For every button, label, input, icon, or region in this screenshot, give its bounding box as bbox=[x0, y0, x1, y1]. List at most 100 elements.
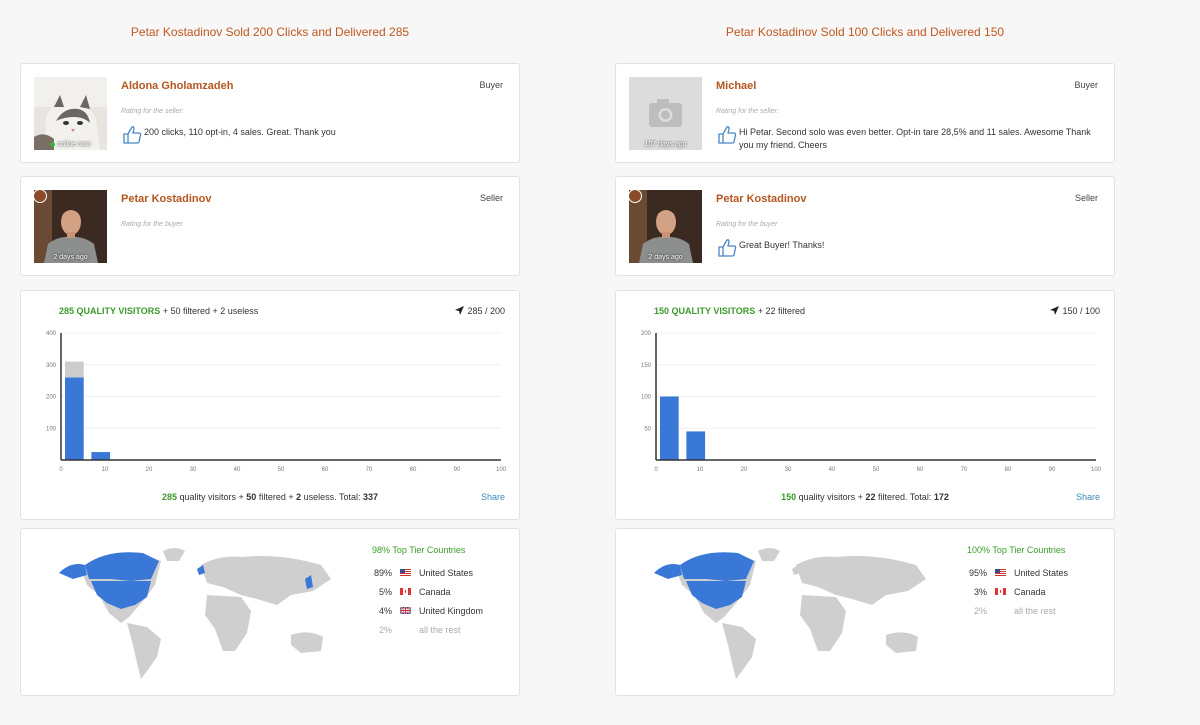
quality-count: 150 bbox=[781, 492, 797, 502]
country-name: United Kingdom bbox=[419, 606, 484, 616]
ca-flag-icon bbox=[995, 588, 1006, 595]
review-time: 2 days ago bbox=[648, 254, 683, 261]
x-tick-label: 40 bbox=[829, 467, 836, 473]
location-arrow-icon bbox=[1050, 306, 1060, 315]
avatar[interactable]: 2 days ago bbox=[629, 190, 702, 263]
x-tick-label: 10 bbox=[102, 467, 109, 473]
y-tick-label: 300 bbox=[46, 363, 57, 369]
x-tick-label: 50 bbox=[278, 467, 285, 473]
rating-label: Rating for the buyer bbox=[121, 221, 183, 228]
buyer-review-card: 107 days ago Michael Buyer Rating for th… bbox=[615, 63, 1115, 163]
thumbs-up-icon bbox=[718, 126, 737, 144]
delivery-ratio: 150 / 100 bbox=[1050, 306, 1100, 316]
country-percent: 2% bbox=[973, 606, 987, 616]
x-tick-label: 40 bbox=[234, 467, 241, 473]
seller-name[interactable]: Petar Kostadinov bbox=[121, 193, 211, 205]
filtered-text: + 50 filtered + 2 useless bbox=[160, 306, 259, 316]
country-name: United States bbox=[1014, 568, 1069, 578]
feedback-text: 200 clicks, 110 opt-in, 4 sales. Great. … bbox=[144, 127, 336, 137]
total-count: 172 bbox=[933, 492, 949, 502]
buyer-name[interactable]: Michael bbox=[716, 80, 756, 92]
country-percent: 3% bbox=[973, 587, 987, 597]
y-tick-label: 150 bbox=[641, 363, 652, 369]
geo-card: 100% Top Tier Countries 95% United States… bbox=[615, 528, 1115, 696]
filtered-text: filtered. Total: bbox=[875, 492, 934, 502]
country-percent: 89% bbox=[373, 568, 392, 578]
x-tick-label: 100 bbox=[1091, 467, 1102, 473]
quality-visitors-label: 150 QUALITY VISITORS bbox=[654, 306, 756, 316]
total-count: 337 bbox=[362, 492, 379, 502]
x-tick-label: 20 bbox=[146, 467, 153, 473]
country-row: 89% United States bbox=[372, 568, 522, 587]
filtered-text: + 22 filtered bbox=[755, 306, 805, 316]
delivery-ratio: 285 / 200 bbox=[455, 306, 505, 316]
traffic-stats-card: 285 QUALITY VISITORS + 50 filtered + 2 u… bbox=[20, 290, 520, 520]
review-time: 107 days ago bbox=[644, 141, 687, 148]
x-tick-label: 80 bbox=[1005, 467, 1012, 473]
share-link[interactable]: Share bbox=[1076, 492, 1100, 502]
y-tick-label: 400 bbox=[46, 331, 57, 337]
uk-flag-icon bbox=[400, 607, 411, 614]
buyer-review-card: online now Aldona Gholamzadeh Buyer Rati… bbox=[20, 63, 520, 163]
x-tick-label: 30 bbox=[190, 467, 197, 473]
stats-header: 150 QUALITY VISITORS + 22 filtered bbox=[654, 306, 805, 316]
role-label: Seller bbox=[479, 193, 503, 203]
buyer-name[interactable]: Aldona Gholamzadeh bbox=[121, 80, 233, 92]
traffic-stats-card: 150 QUALITY VISITORS + 22 filtered 150 /… bbox=[615, 290, 1115, 520]
quality-count: 285 bbox=[161, 492, 178, 502]
ratio-value: 285 / 200 bbox=[467, 306, 505, 316]
x-tick-label: 60 bbox=[917, 467, 924, 473]
stats-header: 285 QUALITY VISITORS + 50 filtered + 2 u… bbox=[59, 306, 258, 316]
thumbs-up-icon bbox=[123, 126, 142, 144]
x-tick-label: 100 bbox=[496, 467, 507, 473]
order-column-2: Petar Kostadinov Sold 100 Clicks and Del… bbox=[615, 0, 1115, 696]
avatar[interactable]: 107 days ago bbox=[629, 77, 702, 150]
order-title: Petar Kostadinov Sold 100 Clicks and Del… bbox=[725, 25, 1005, 39]
stats-summary: 285 quality visitors + 50 filtered + 2 u… bbox=[21, 492, 519, 502]
x-tick-label: 50 bbox=[873, 467, 880, 473]
us-flag-icon bbox=[400, 569, 411, 576]
x-tick-label: 70 bbox=[366, 467, 373, 473]
online-status: online now bbox=[34, 141, 107, 148]
seller-review-card: 2 days ago Petar Kostadinov Seller Ratin… bbox=[20, 176, 520, 276]
ratio-value: 150 / 100 bbox=[1062, 306, 1100, 316]
role-label: Buyer bbox=[1074, 80, 1098, 90]
feedback-text: Great Buyer! Thanks! bbox=[739, 240, 825, 250]
seller-name[interactable]: Petar Kostadinov bbox=[716, 193, 806, 205]
x-tick-label: 0 bbox=[59, 467, 63, 473]
location-arrow-icon bbox=[455, 306, 465, 315]
world-map bbox=[654, 548, 926, 679]
country-row: 95% United States bbox=[967, 568, 1117, 587]
rating-label: Rating for the seller: bbox=[121, 108, 184, 115]
online-dot-icon bbox=[50, 141, 56, 147]
us-flag-icon bbox=[995, 569, 1006, 576]
avatar[interactable]: online now bbox=[34, 77, 107, 150]
y-tick-label: 200 bbox=[641, 331, 652, 337]
country-percent: 5% bbox=[378, 587, 392, 597]
world-map bbox=[59, 548, 331, 679]
x-tick-label: 80 bbox=[410, 467, 417, 473]
filtered-text: filtered + bbox=[256, 492, 297, 502]
seller-review-card: 2 days ago Petar Kostadinov Seller Ratin… bbox=[615, 176, 1115, 276]
avatar[interactable]: 2 days ago bbox=[34, 190, 107, 263]
histogram-bar bbox=[65, 361, 84, 378]
x-tick-label: 90 bbox=[454, 467, 461, 473]
country-name: all the rest bbox=[419, 625, 461, 635]
x-tick-label: 70 bbox=[961, 467, 968, 473]
country-name: Canada bbox=[1014, 587, 1046, 597]
y-tick-label: 100 bbox=[641, 395, 652, 401]
rating-label: Rating for the seller: bbox=[716, 108, 779, 115]
x-tick-label: 0 bbox=[654, 467, 658, 473]
x-tick-label: 20 bbox=[741, 467, 748, 473]
country-name: United States bbox=[419, 568, 474, 578]
review-time: 2 days ago bbox=[53, 254, 88, 261]
quality-text: quality visitors + bbox=[177, 492, 247, 502]
stats-summary: 150 quality visitors + 22 filtered. Tota… bbox=[616, 492, 1114, 502]
filtered-count: 22 bbox=[865, 492, 876, 502]
country-row: 5% Canada bbox=[372, 587, 522, 606]
useless-text: useless. Total: bbox=[301, 492, 363, 502]
share-link[interactable]: Share bbox=[481, 492, 505, 502]
feedback-text: Hi Petar. Second solo was even better. O… bbox=[739, 127, 1091, 150]
x-tick-label: 60 bbox=[322, 467, 329, 473]
x-tick-label: 10 bbox=[697, 467, 704, 473]
